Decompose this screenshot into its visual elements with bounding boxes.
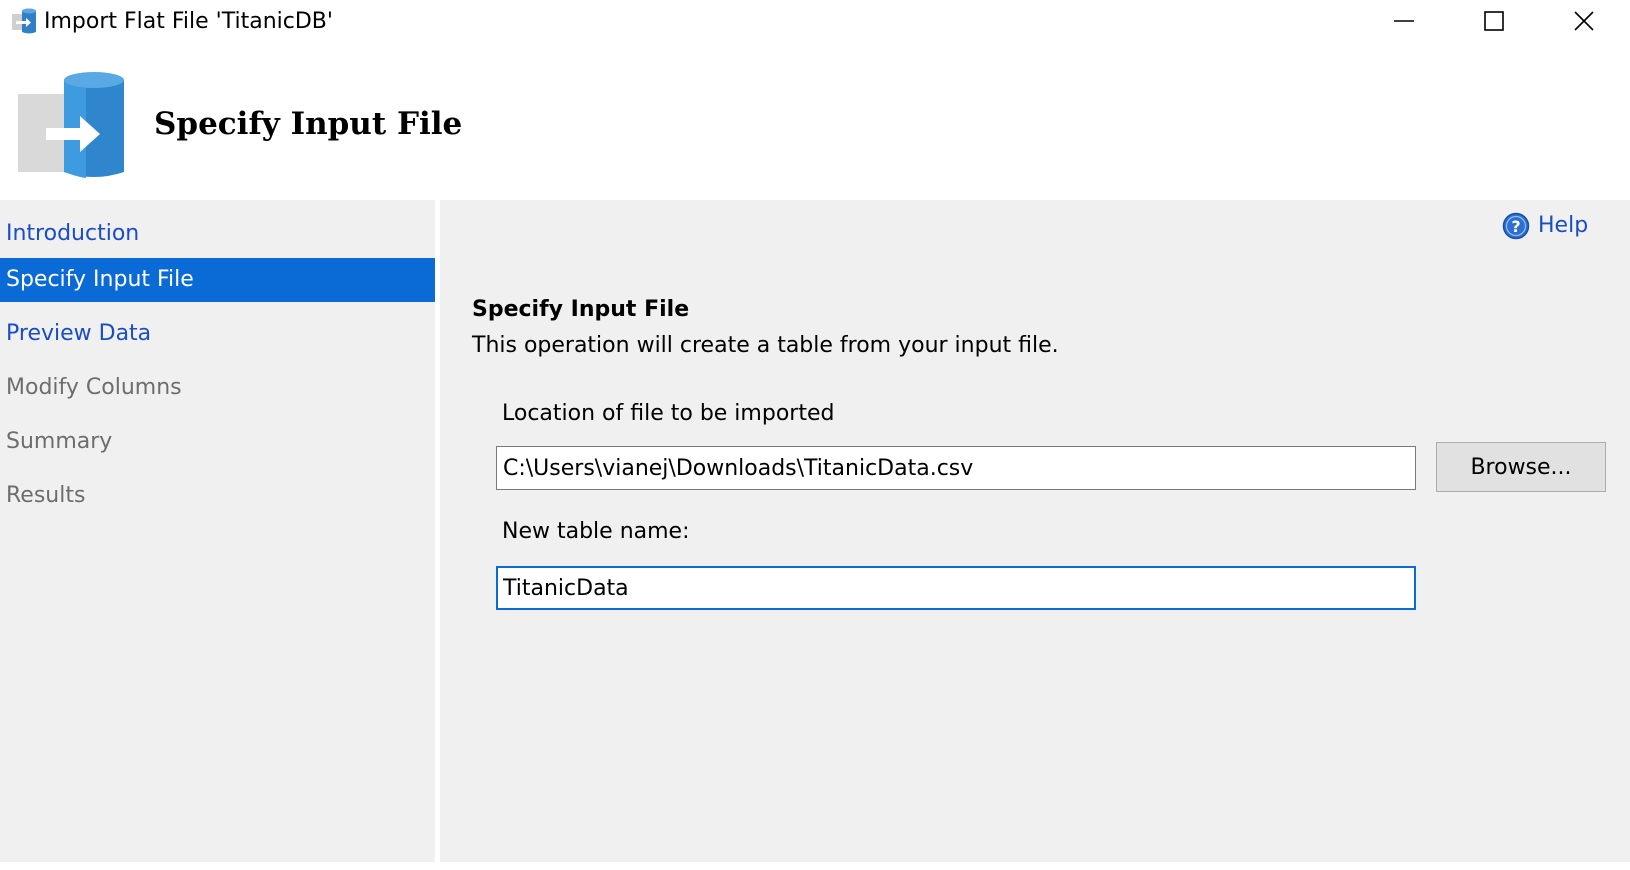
sidebar-item-summary: Summary xyxy=(6,429,113,454)
help-question-icon: ? xyxy=(1502,212,1530,240)
wizard-steps-sidebar: Introduction Specify Input File Preview … xyxy=(0,200,435,862)
help-link[interactable]: ? Help xyxy=(1502,212,1588,240)
title-bar[interactable]: Import Flat File 'TitanicDB' xyxy=(0,0,1630,44)
close-button[interactable] xyxy=(1540,0,1628,42)
sidebar-item-introduction[interactable]: Introduction xyxy=(0,212,435,256)
maximize-button[interactable] xyxy=(1450,0,1538,42)
help-label: Help xyxy=(1538,213,1589,238)
sidebar-item-modify-columns: Modify Columns xyxy=(6,375,182,400)
table-name-label: New table name: xyxy=(502,519,690,544)
sidebar-item-results: Results xyxy=(6,483,86,508)
browse-button[interactable]: Browse... xyxy=(1436,442,1606,492)
svg-text:?: ? xyxy=(1511,217,1520,236)
sidebar-item-specify-input-file[interactable]: Specify Input File xyxy=(0,258,435,302)
main-content-panel: ? Help Specify Input File This operation… xyxy=(440,200,1630,862)
close-icon xyxy=(1574,11,1594,31)
maximize-icon xyxy=(1484,11,1504,31)
database-import-icon xyxy=(16,68,128,184)
sidebar-item-preview-data[interactable]: Preview Data xyxy=(0,312,435,356)
window-title: Import Flat File 'TitanicDB' xyxy=(44,9,333,34)
import-flat-file-icon xyxy=(10,6,40,36)
wizard-header: Specify Input File xyxy=(0,44,1630,200)
page-title: Specify Input File xyxy=(154,106,463,142)
table-name-input[interactable] xyxy=(496,566,1416,610)
section-description: This operation will create a table from … xyxy=(472,333,1059,358)
minimize-icon xyxy=(1394,20,1414,22)
file-location-label: Location of file to be imported xyxy=(502,401,835,426)
minimize-button[interactable] xyxy=(1360,0,1448,42)
file-location-input[interactable] xyxy=(496,446,1416,490)
section-title: Specify Input File xyxy=(472,297,690,322)
import-flat-file-window: Import Flat File 'TitanicDB' Specify Inp… xyxy=(0,0,1630,870)
